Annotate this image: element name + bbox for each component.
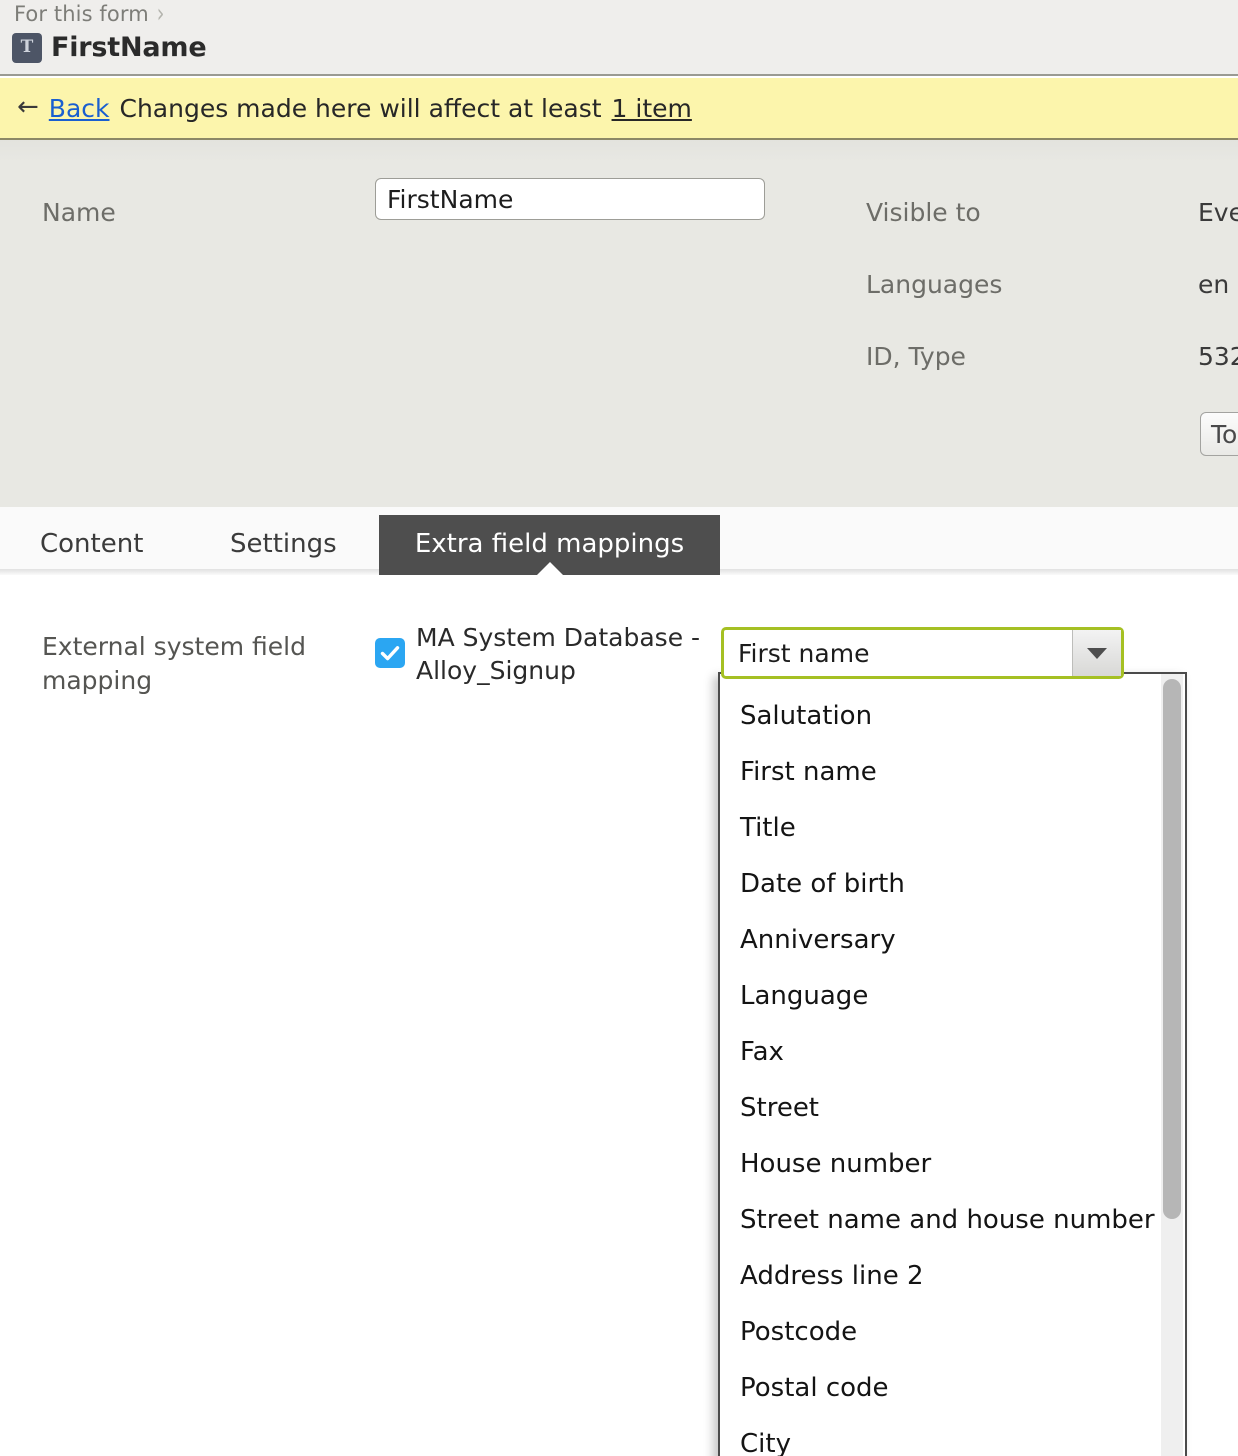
list-item[interactable]: Postal code — [720, 1360, 1161, 1416]
tools-button[interactable]: To — [1200, 412, 1238, 456]
name-input[interactable] — [375, 178, 765, 220]
visible-to-label: Visible to — [866, 198, 981, 227]
tab-bar: Content Settings Extra field mappings — [0, 507, 1238, 575]
page-title-text: FirstName — [51, 32, 206, 63]
list-item[interactable]: Fax — [720, 1024, 1161, 1080]
list-item[interactable]: Address line 2 — [720, 1248, 1161, 1304]
list-item[interactable]: Street name and house number — [720, 1192, 1161, 1248]
tab-extra-field-mappings-label: Extra field mappings — [415, 529, 684, 559]
list-item[interactable]: First name — [720, 744, 1161, 800]
dropdown-options: Salutation First name Title Date of birt… — [720, 674, 1161, 1456]
tab-extra-field-mappings[interactable]: Extra field mappings — [379, 515, 720, 575]
warning-message: Changes made here will affect at least — [120, 94, 602, 123]
external-system-field-mapping-label: External system field mapping — [42, 630, 342, 697]
chevron-down-icon — [1087, 648, 1107, 659]
list-item[interactable]: Anniversary — [720, 912, 1161, 968]
dropdown-scrollbar-thumb[interactable] — [1163, 679, 1181, 1219]
name-label: Name — [42, 198, 116, 227]
back-arrow-icon[interactable]: ← — [17, 94, 39, 120]
languages-label: Languages — [866, 270, 1002, 299]
affected-items-link[interactable]: 1 item — [612, 94, 692, 123]
list-item[interactable]: Title — [720, 800, 1161, 856]
chevron-right-icon: › — [157, 1, 165, 27]
page-header: For this form › T FirstName — [0, 0, 1238, 76]
tab-settings[interactable]: Settings — [230, 515, 337, 575]
list-item[interactable]: Language — [720, 968, 1161, 1024]
field-mapping-select[interactable]: First name — [721, 627, 1124, 679]
text-field-type-icon: T — [12, 33, 42, 63]
languages-value: en — [1198, 270, 1229, 299]
page-title: T FirstName — [12, 32, 206, 63]
field-mapping-selected-value: First name — [724, 630, 1072, 676]
mapping-source-label: MA System Database - Alloy_Signup — [416, 622, 716, 687]
list-item[interactable]: City — [720, 1416, 1161, 1456]
field-summary-panel: Name Visible to Eve Languages en ID, Typ… — [0, 140, 1238, 507]
back-link[interactable]: Back — [49, 94, 110, 123]
warning-banner: ← Back Changes made here will affect at … — [0, 78, 1238, 140]
tab-content[interactable]: Content — [40, 515, 143, 575]
list-item[interactable]: Salutation — [720, 688, 1161, 744]
dropdown-toggle-button[interactable] — [1072, 630, 1121, 676]
field-mapping-dropdown-list[interactable]: Salutation First name Title Date of birt… — [718, 672, 1187, 1456]
id-type-label: ID, Type — [866, 342, 966, 371]
list-item[interactable]: Street — [720, 1080, 1161, 1136]
active-tab-pointer-icon — [537, 562, 563, 575]
list-item[interactable]: Date of birth — [720, 856, 1161, 912]
list-item[interactable]: Postcode — [720, 1304, 1161, 1360]
dropdown-scrollbar[interactable] — [1161, 674, 1183, 1456]
breadcrumb: For this form › — [14, 2, 164, 26]
breadcrumb-label[interactable]: For this form — [14, 2, 149, 26]
id-type-value: 532 — [1198, 342, 1238, 371]
visible-to-value: Eve — [1198, 198, 1238, 227]
page-root: For this form › T FirstName ← Back Chang… — [0, 0, 1238, 1456]
list-item[interactable]: House number — [720, 1136, 1161, 1192]
mapping-enabled-checkbox[interactable] — [375, 638, 405, 668]
